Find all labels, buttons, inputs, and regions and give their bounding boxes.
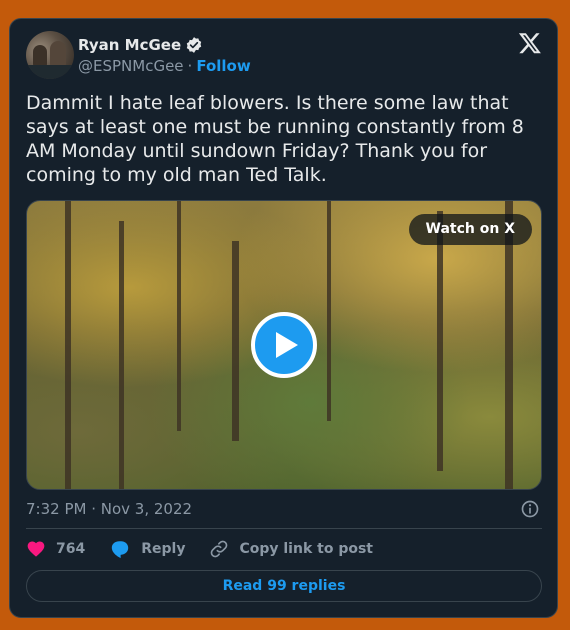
video-player[interactable]: Watch on X xyxy=(26,200,542,490)
reply-bubble-icon xyxy=(112,541,129,559)
post-timestamp[interactable]: 7:32 PM · Nov 3, 2022 xyxy=(26,500,192,518)
embedded-post-card: Ryan McGee @ESPNMcGee · Follow Dammit I … xyxy=(9,18,558,618)
like-action[interactable]: 764 xyxy=(26,539,85,559)
avatar-desk xyxy=(26,65,74,79)
avatar[interactable] xyxy=(26,31,74,79)
tree-trunk xyxy=(177,201,181,431)
avatar-figure xyxy=(33,45,47,67)
play-icon xyxy=(276,332,298,358)
verified-badge-icon xyxy=(186,37,202,53)
heart-icon xyxy=(27,541,45,557)
actions-bar: 764 Reply Copy link to post xyxy=(26,539,397,559)
copy-link-label: Copy link to post xyxy=(239,541,373,557)
reply-label: Reply xyxy=(141,541,186,557)
play-button[interactable] xyxy=(251,312,317,378)
watch-on-x-button[interactable]: Watch on X xyxy=(408,214,532,245)
tree-trunk xyxy=(119,221,124,489)
author-handle-row: @ESPNMcGee · Follow xyxy=(78,57,251,75)
info-icon[interactable] xyxy=(520,499,540,519)
author-handle[interactable]: @ESPNMcGee xyxy=(78,57,184,75)
tree-trunk xyxy=(437,211,443,471)
separator-dot: · xyxy=(187,57,193,75)
author-name[interactable]: Ryan McGee xyxy=(78,36,181,54)
divider xyxy=(26,528,542,529)
tree-trunk xyxy=(65,201,71,489)
tree-trunk xyxy=(232,241,239,441)
avatar-figure xyxy=(50,41,66,67)
x-logo-icon[interactable] xyxy=(518,31,542,55)
tree-trunk xyxy=(327,201,331,421)
post-text: Dammit I hate leaf blowers. Is there som… xyxy=(26,92,524,186)
link-icon xyxy=(211,540,228,558)
author-name-row: Ryan McGee xyxy=(78,36,203,54)
reply-action[interactable]: Reply xyxy=(109,539,185,559)
follow-button[interactable]: Follow xyxy=(196,57,250,75)
like-count: 764 xyxy=(56,541,86,557)
read-replies-button[interactable]: Read 99 replies xyxy=(26,570,542,602)
copy-link-action[interactable]: Copy link to post xyxy=(209,539,373,559)
